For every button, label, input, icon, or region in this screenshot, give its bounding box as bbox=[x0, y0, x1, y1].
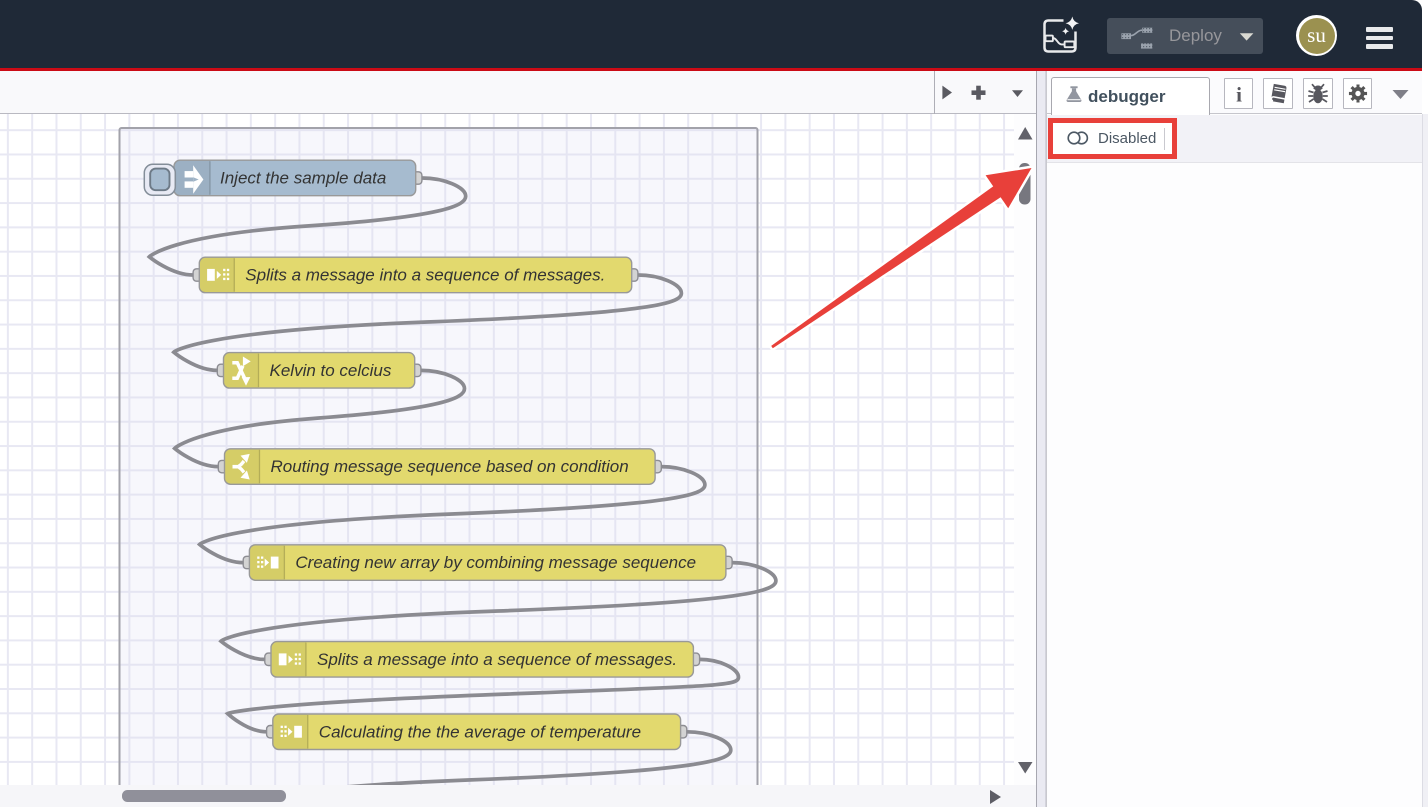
svg-text:i: i bbox=[1236, 82, 1242, 106]
